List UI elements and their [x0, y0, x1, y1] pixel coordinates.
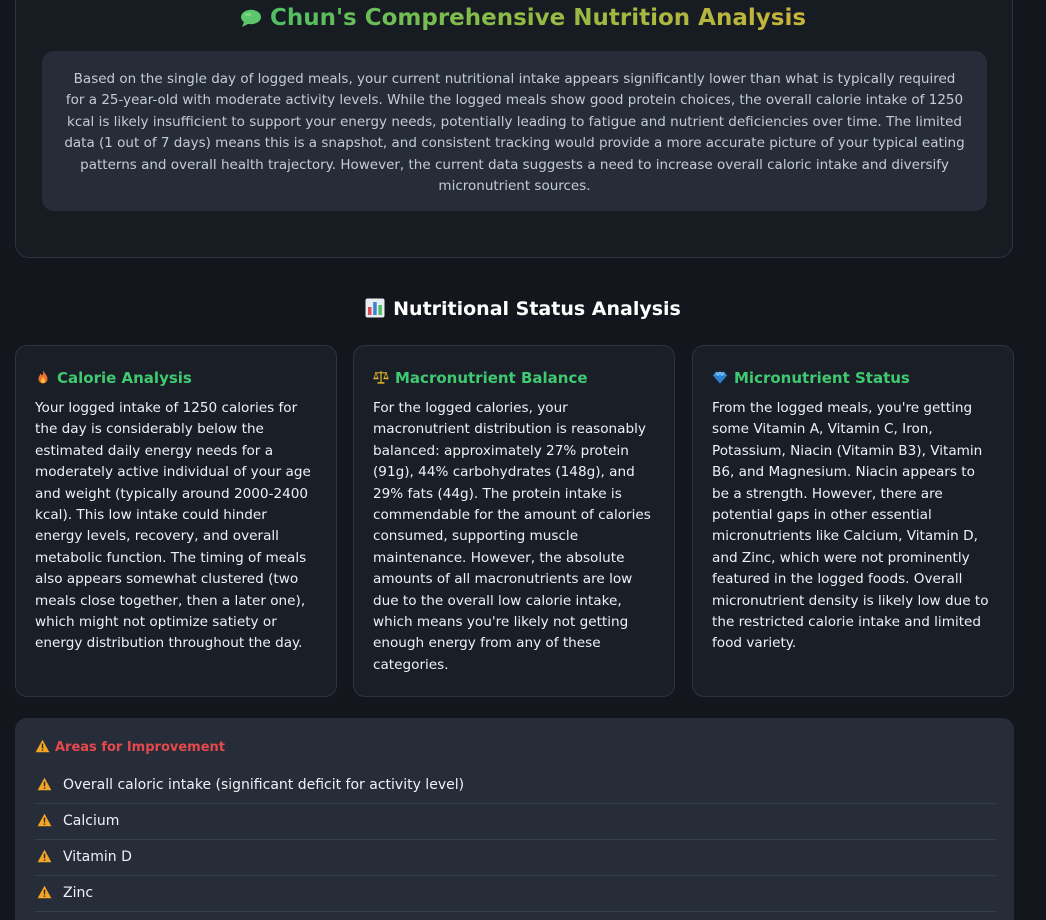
warning-icon	[37, 914, 52, 920]
list-item-text: Overall caloric intake (significant defi…	[63, 777, 465, 793]
card-title: Micronutrient Status	[712, 366, 994, 390]
page-title: Chun's Comprehensive Nutrition Analysis	[0, 3, 1046, 33]
section-title-text: Nutritional Status Analysis	[393, 298, 681, 320]
improvement-list: Overall caloric intake (significant defi…	[35, 768, 995, 920]
card-body: For the logged calories, your macronutri…	[373, 400, 651, 673]
list-item: Vitamin D	[35, 840, 995, 876]
nutrition-analysis-page: Chun's Comprehensive Nutrition Analysis …	[0, 0, 1046, 920]
warning-icon	[35, 739, 50, 753]
card-title-text: Macronutrient Balance	[395, 369, 588, 387]
micronutrient-status-card: Micronutrient Status From the logged mea…	[692, 345, 1014, 697]
calorie-analysis-card: Calorie Analysis Your logged intake of 1…	[15, 345, 337, 697]
warning-icon	[37, 770, 52, 791]
list-item-text: Vitamin D	[63, 849, 132, 865]
fire-icon	[35, 368, 51, 384]
improvement-title: Areas for Improvement	[35, 738, 995, 758]
list-item: Calcium	[35, 804, 995, 840]
warning-icon	[37, 878, 52, 899]
list-item: Overall caloric intake (significant defi…	[35, 768, 995, 804]
warning-icon	[37, 842, 52, 863]
card-title-text: Micronutrient Status	[734, 369, 910, 387]
section-title: Nutritional Status Analysis	[0, 296, 1046, 322]
improvement-title-text: Areas for Improvement	[55, 740, 226, 755]
card-body: Your logged intake of 1250 calories for …	[35, 400, 311, 652]
card-body: From the logged meals, you're getting so…	[712, 400, 989, 652]
bar-chart-icon	[365, 298, 385, 318]
list-item-text: Zinc	[63, 885, 94, 901]
page-title-text: Chun's Comprehensive Nutrition Analysis	[269, 5, 807, 31]
balance-scale-icon	[373, 368, 389, 384]
list-item	[35, 912, 995, 920]
card-title: Calorie Analysis	[35, 366, 317, 390]
summary-text: Based on the single day of logged meals,…	[42, 51, 987, 211]
card-title: Macronutrient Balance	[373, 366, 655, 390]
card-title-text: Calorie Analysis	[57, 369, 192, 387]
speech-bubble-icon	[240, 9, 262, 27]
gem-icon	[712, 368, 728, 384]
warning-icon	[37, 806, 52, 827]
list-item-text: Calcium	[63, 813, 120, 829]
list-item: Zinc	[35, 876, 995, 912]
areas-for-improvement-card: Areas for Improvement Overall caloric in…	[15, 718, 1014, 920]
macronutrient-balance-card: Macronutrient Balance For the logged cal…	[353, 345, 675, 697]
